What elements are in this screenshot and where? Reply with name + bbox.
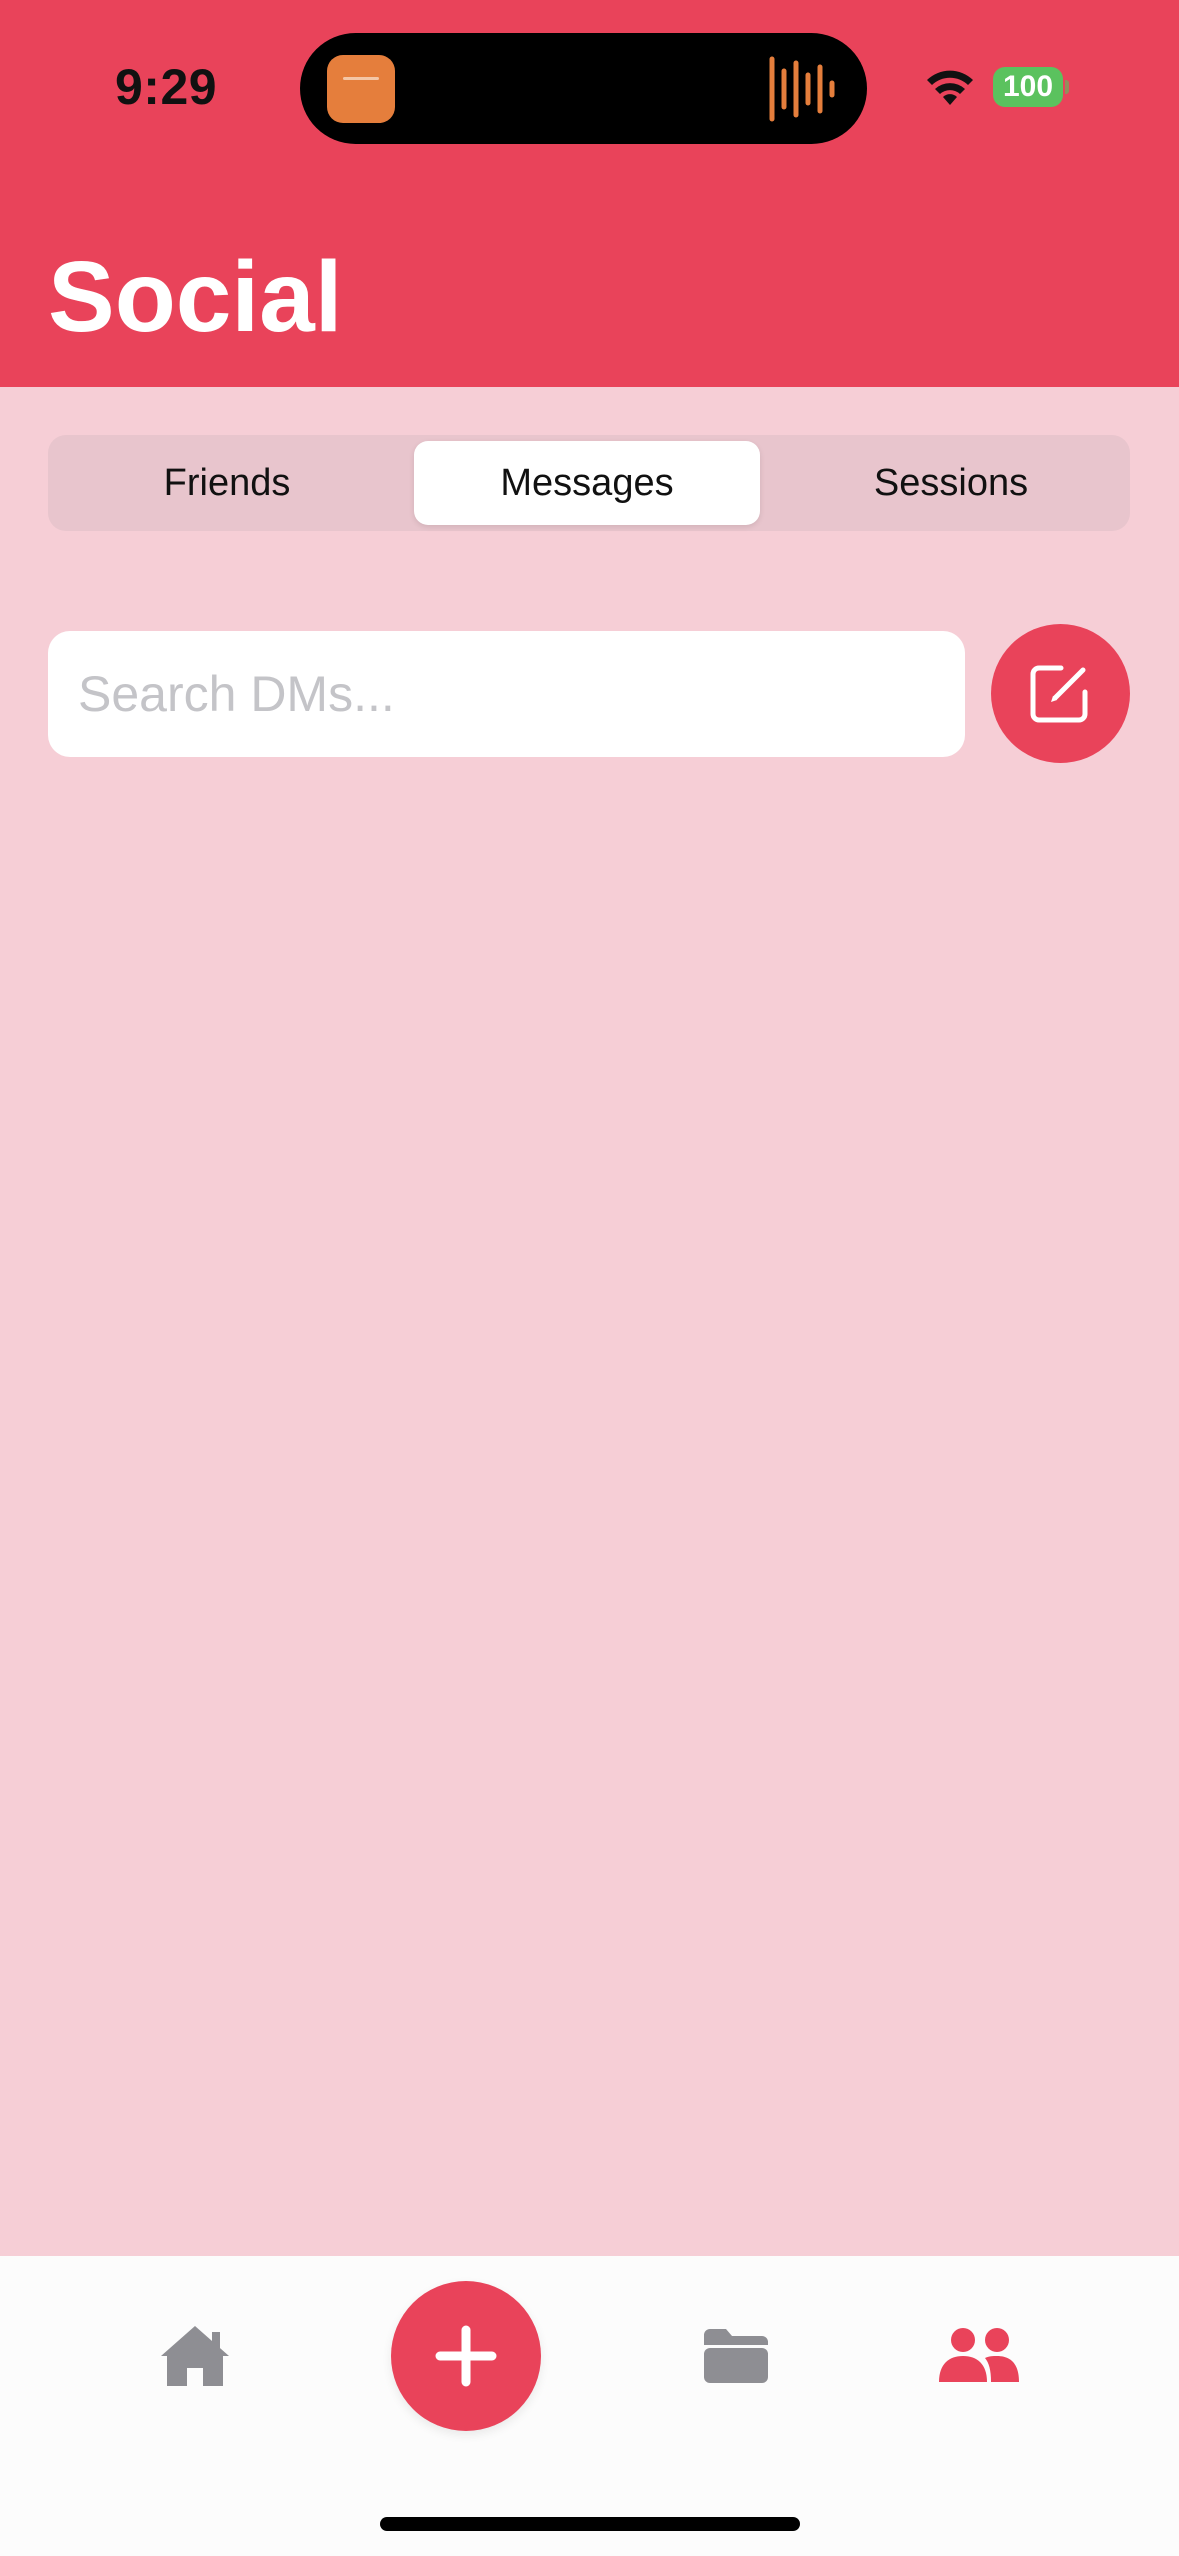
battery-tip	[1065, 80, 1069, 94]
folder-icon[interactable]	[700, 2327, 772, 2385]
add-button[interactable]	[391, 2281, 541, 2431]
compose-button[interactable]	[991, 624, 1130, 763]
app-icon	[327, 55, 395, 123]
tab-bar	[0, 2256, 1179, 2556]
tab-sessions[interactable]: Sessions	[778, 441, 1124, 525]
search-input[interactable]	[48, 631, 965, 757]
battery-icon: 100	[993, 67, 1063, 107]
plus-icon	[435, 2325, 497, 2387]
audio-waveform-icon	[769, 56, 835, 122]
page-title: Social	[48, 241, 343, 353]
tab-messages[interactable]: Messages	[414, 441, 760, 525]
wifi-icon	[927, 70, 973, 105]
home-icon[interactable]	[157, 2322, 233, 2388]
tab-friends[interactable]: Friends	[54, 441, 400, 525]
segmented-control: Friends Messages Sessions	[48, 435, 1130, 531]
home-indicator	[380, 2517, 800, 2531]
dynamic-island[interactable]	[300, 33, 867, 144]
status-time: 9:29	[115, 59, 218, 115]
people-icon[interactable]	[937, 2326, 1021, 2384]
compose-icon	[1030, 665, 1088, 723]
